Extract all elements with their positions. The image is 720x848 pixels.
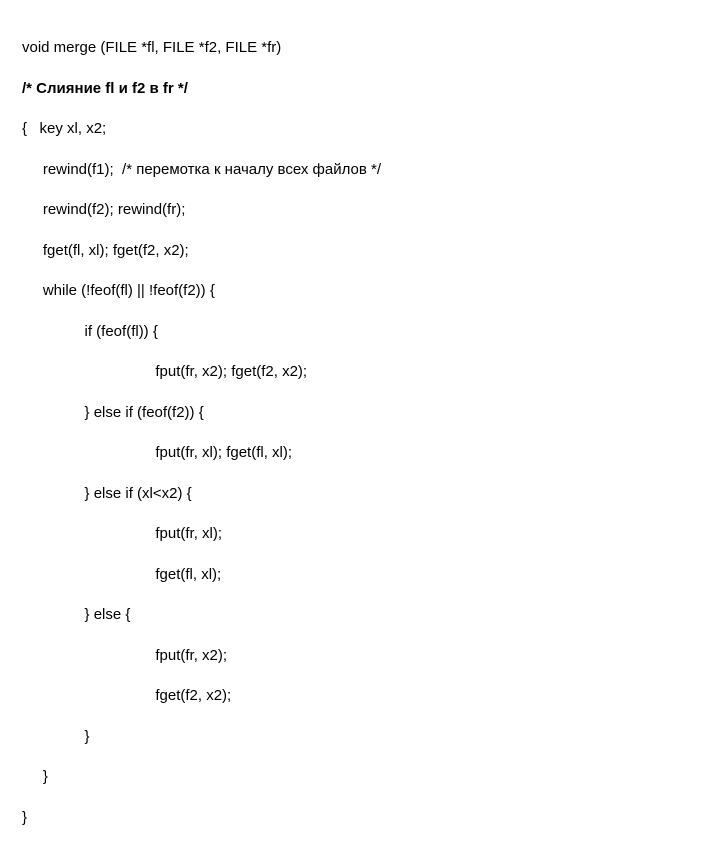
code-text: } else if (xl<x2) { bbox=[22, 485, 192, 502]
code-line: if (feof(fl)) { bbox=[22, 322, 698, 342]
code-text: fget(f2, x2); bbox=[22, 687, 231, 704]
code-block: void merge (FILE *fl, FILE *f2, FILE *fr… bbox=[22, 18, 698, 848]
code-line: } else { bbox=[22, 605, 698, 625]
code-line: /* Слияние fl и f2 в fr */ bbox=[22, 79, 698, 99]
code-text: fput(fr, x2); fget(f2, x2); bbox=[22, 363, 307, 380]
code-line: rewind(f1); /* перемотка к началу всех ф… bbox=[22, 160, 698, 180]
code-text: } bbox=[22, 768, 48, 785]
code-line: fput(fr, x2); fget(f2, x2); bbox=[22, 362, 698, 382]
code-line: } bbox=[22, 727, 698, 747]
code-text: /* Слияние fl и f2 в fr */ bbox=[22, 80, 188, 97]
code-line: { key xl, x2; bbox=[22, 119, 698, 139]
code-line: while (!feof(fl) || !feof(f2)) { bbox=[22, 281, 698, 301]
code-text: while (!feof(fl) || !feof(f2)) { bbox=[22, 282, 215, 299]
code-line: void merge (FILE *fl, FILE *f2, FILE *fr… bbox=[22, 38, 698, 58]
code-text: fput(fr, x2); bbox=[22, 647, 227, 664]
code-text: } bbox=[22, 728, 90, 745]
code-text: rewind(f2); rewind(fr); bbox=[22, 201, 185, 218]
code-line: } else if (xl<x2) { bbox=[22, 484, 698, 504]
code-line: fget(fl, xl); bbox=[22, 565, 698, 585]
code-text: if (feof(fl)) { bbox=[22, 323, 158, 340]
code-line: rewind(f2); rewind(fr); bbox=[22, 200, 698, 220]
code-line: fput(fr, xl); fget(fl, xl); bbox=[22, 443, 698, 463]
code-text: fput(fr, xl); fget(fl, xl); bbox=[22, 444, 292, 461]
code-text: rewind(f1); /* перемотка к началу всех ф… bbox=[22, 161, 381, 178]
code-text: void merge (FILE *fl, FILE *f2, FILE *fr… bbox=[22, 39, 281, 56]
code-text: fget(fl, xl); fget(f2, x2); bbox=[22, 242, 189, 259]
code-line: fput(fr, x2); bbox=[22, 646, 698, 666]
code-line: } else if (feof(f2)) { bbox=[22, 403, 698, 423]
code-text: } bbox=[22, 809, 27, 826]
code-line: fget(fl, xl); fget(f2, x2); bbox=[22, 241, 698, 261]
code-text: fget(fl, xl); bbox=[22, 566, 221, 583]
code-line: fput(fr, xl); bbox=[22, 524, 698, 544]
code-line: } bbox=[22, 808, 698, 828]
code-text: { key xl, x2; bbox=[22, 120, 106, 137]
code-text: } else { bbox=[22, 606, 130, 623]
code-text: } else if (feof(f2)) { bbox=[22, 404, 204, 421]
code-line: } bbox=[22, 767, 698, 787]
code-line: fget(f2, x2); bbox=[22, 686, 698, 706]
